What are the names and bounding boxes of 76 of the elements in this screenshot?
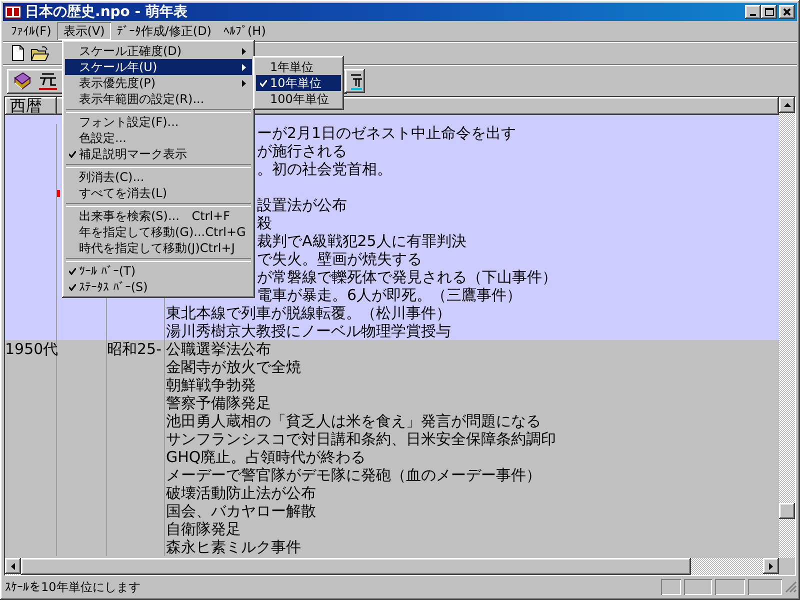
menu-item[interactable]: 時代を指定して移動(J)Ctrl+J: [65, 240, 252, 256]
event-text: メーデーで警官隊がデモ隊に発砲（血のメーデー事件）: [166, 466, 541, 484]
close-button[interactable]: [779, 5, 795, 19]
event-text: 国会、バカヤロー解散: [166, 502, 316, 520]
window-title: 日本の歴史.npo - 萌年表: [25, 3, 188, 21]
status-panel: [715, 579, 745, 595]
event-text: が常磐線で轢死体で発見される（下山事件）: [257, 268, 557, 286]
menu-item[interactable]: ﾍﾙﾌﾟ(H): [218, 22, 272, 40]
scroll-left-button[interactable]: [5, 558, 21, 574]
event-text: 殺: [257, 214, 272, 232]
scroll-thumb[interactable]: [779, 503, 795, 519]
shortcut-label: Ctrl+G: [205, 225, 246, 239]
event-text: 裁判でA級戦犯25人に有罪判決: [257, 232, 466, 250]
shortcut-label: Ctrl+J: [200, 241, 235, 255]
status-panel: [684, 579, 712, 595]
event-text: サンフランシスコで対日講和条約、日米安全保障条約調印: [166, 430, 556, 448]
menu-item[interactable]: 色設定...: [65, 130, 252, 146]
scroll-right-button[interactable]: [763, 558, 779, 574]
decade-label: 1950代: [5, 340, 58, 358]
event-text: 池田勇人蔵相の「貧乏人は米を食え」発言が問題になる: [166, 412, 541, 430]
menu-item[interactable]: 表示(V): [57, 22, 111, 40]
open-folder-icon[interactable]: [31, 46, 49, 60]
event-text: 破壊活動防止法が公布: [166, 484, 316, 502]
menu-item[interactable]: すべてを消去(L): [65, 185, 252, 201]
menu-item[interactable]: 列消去(C)...: [65, 169, 252, 185]
column-header[interactable]: 西暦: [5, 97, 57, 115]
event-text: 金閣寺が放火で全焼: [166, 358, 301, 376]
event-text: 自衛隊発足: [166, 520, 241, 538]
event-text: 湯川秀樹京大教授にノーベル物理学賞授与: [166, 322, 451, 340]
menu-item[interactable]: スケール正確度(D): [65, 43, 252, 59]
menu-item[interactable]: 出来事を検索(S)... Ctrl+F: [65, 208, 252, 224]
left-arrow-icon: [11, 562, 15, 570]
status-panel: [748, 579, 782, 595]
menu-item[interactable]: 補足説明マーク表示: [65, 146, 252, 162]
event-text: 公職選挙法公布: [166, 340, 271, 358]
menu-item[interactable]: 100年単位: [256, 91, 341, 107]
new-document-icon[interactable]: [11, 45, 25, 61]
event-text: 設置法が公布: [257, 196, 347, 214]
status-text: ｽｹｰﾙを10年単位にします: [5, 578, 142, 596]
event-text: 警察予備隊発足: [166, 394, 271, 412]
up-arrow-icon: [784, 103, 790, 107]
event-text: ーが2月1日のゼネスト中止命令を出す: [257, 124, 516, 142]
event-text: 東北本線で列車が脱線転覆。（松川事件）: [166, 304, 451, 322]
scroll-up-button[interactable]: [779, 97, 795, 113]
close-icon: [783, 8, 791, 16]
menu-item[interactable]: スケール年(U): [65, 59, 252, 75]
menu-item[interactable]: ｽﾃｰﾀｽ ﾊﾞｰ(S): [65, 279, 252, 295]
shortcut-label: Ctrl+F: [192, 209, 230, 223]
status-panel: [661, 579, 681, 595]
menu-item[interactable]: 10年単位: [256, 75, 341, 91]
app-icon: [5, 5, 21, 19]
event-text: が施行される: [257, 142, 347, 160]
menu-item[interactable]: 表示優先度(P): [65, 75, 252, 91]
event-text: 朝鮮戦争勃発: [166, 376, 256, 394]
resize-grip-icon[interactable]: [785, 581, 797, 593]
event-text: GHQ廃止。占領時代が終わる: [166, 448, 366, 466]
book-icon[interactable]: [13, 72, 31, 90]
era-label: 昭和25-: [107, 340, 162, 358]
menu-item[interactable]: ﾂｰﾙ ﾊﾞｰ(T): [65, 263, 252, 279]
menu-item[interactable]: 表示年範囲の設定(R)...: [65, 91, 252, 107]
maximize-icon: [764, 8, 774, 16]
minimize-icon: [750, 14, 756, 16]
underlined-glyph-icon[interactable]: [39, 71, 57, 91]
maximize-button[interactable]: [761, 5, 777, 19]
menu-item[interactable]: 年を指定して移動(G)...Ctrl+G: [65, 224, 252, 240]
menu-item[interactable]: ﾌｧｲﾙ(F): [5, 22, 58, 40]
minimize-button[interactable]: [745, 5, 761, 19]
event-text: 電車が暴走。6人が即死。（三鷹事件）: [257, 286, 522, 304]
right-arrow-icon: [769, 562, 773, 570]
event-text: 。初の社会党首相。: [257, 160, 392, 178]
menu-item[interactable]: 1年単位: [256, 59, 341, 75]
menu-item[interactable]: ﾃﾞｰﾀ作成/修正(D): [110, 22, 218, 40]
event-text: で失火。壁画が焼失する: [257, 250, 422, 268]
vertical-scrollbar[interactable]: [779, 97, 795, 558]
event-text: 森永ヒ素ミルク事件: [166, 538, 301, 556]
menu-item[interactable]: フォント設定(F)...: [65, 114, 252, 130]
